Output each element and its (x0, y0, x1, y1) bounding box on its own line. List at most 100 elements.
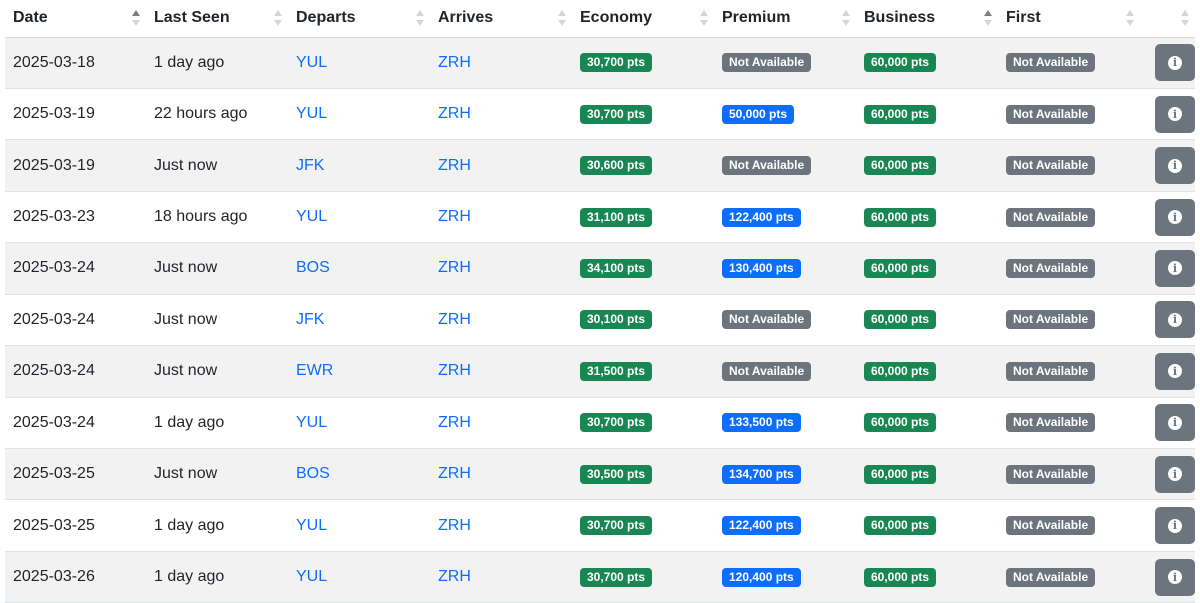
column-header-business[interactable]: Business (856, 0, 998, 38)
departs-airport-link[interactable]: YUL (296, 568, 327, 585)
actions-cell: i (1140, 448, 1195, 501)
sort-arrows-icon[interactable] (1126, 10, 1134, 26)
premium-cell: Not Available (714, 345, 856, 398)
details-button[interactable]: i (1155, 44, 1195, 82)
details-button[interactable]: i (1155, 558, 1195, 596)
last-seen-value-cell: 1 day ago (146, 499, 288, 552)
last-seen-value: 1 day ago (154, 516, 225, 534)
premium-price-badge: Not Available (722, 53, 812, 73)
economy-price-badge: 30,700 pts (580, 53, 653, 73)
economy-price-badge: 34,100 pts (580, 258, 653, 278)
sort-ascending-icon (416, 10, 424, 16)
premium-price-badge: 133,500 pts (722, 413, 801, 433)
sort-ascending-icon (984, 10, 992, 16)
business-cell: 60,000 pts (856, 88, 998, 141)
business-cell: 60,000 pts (856, 397, 998, 450)
sort-ascending-icon (274, 10, 282, 16)
economy-price-badge: 30,700 pts (580, 104, 653, 124)
departs-airport-link-cell: EWR (288, 345, 430, 398)
departs-airport-link[interactable]: JFK (296, 311, 324, 328)
arrives-airport-link[interactable]: ZRH (438, 105, 471, 122)
column-header-actions[interactable] (1140, 0, 1195, 38)
details-button[interactable]: i (1155, 507, 1195, 545)
sort-arrows-icon[interactable] (132, 10, 140, 26)
sort-arrows-icon[interactable] (274, 10, 282, 26)
first-price-badge: Not Available (1006, 310, 1096, 330)
departs-airport-link[interactable]: YUL (296, 208, 327, 225)
departs-airport-link[interactable]: EWR (296, 362, 333, 379)
arrives-airport-link[interactable]: ZRH (438, 157, 471, 174)
arrives-airport-link[interactable]: ZRH (438, 465, 471, 482)
business-price-badge: 60,000 pts (864, 413, 937, 433)
details-button[interactable]: i (1155, 95, 1195, 133)
column-header-last-seen[interactable]: Last Seen (146, 0, 288, 38)
column-header-economy[interactable]: Economy (572, 0, 714, 38)
sort-arrows-icon[interactable] (1181, 10, 1189, 26)
sort-arrows-icon[interactable] (558, 10, 566, 26)
column-header-departs[interactable]: Departs (288, 0, 430, 38)
economy-cell: 34,100 pts (572, 242, 714, 295)
arrives-airport-link[interactable]: ZRH (438, 517, 471, 534)
details-button[interactable]: i (1155, 301, 1195, 339)
departs-airport-link-cell: YUL (288, 191, 430, 244)
arrives-airport-link-cell: ZRH (430, 448, 572, 501)
actions-cell: i (1140, 242, 1195, 295)
departs-airport-link[interactable]: YUL (296, 54, 327, 71)
arrives-airport-link[interactable]: ZRH (438, 54, 471, 71)
last-seen-value-cell: Just now (146, 294, 288, 347)
details-button[interactable]: i (1155, 455, 1195, 493)
sort-arrows-icon[interactable] (842, 10, 850, 26)
arrives-airport-link[interactable]: ZRH (438, 259, 471, 276)
departs-airport-link-cell: YUL (288, 397, 430, 450)
details-button[interactable]: i (1155, 249, 1195, 287)
first-cell: Not Available (998, 397, 1140, 450)
sort-descending-icon (984, 20, 992, 26)
sort-arrows-icon[interactable] (984, 10, 992, 26)
table-row: 2025-03-18 1 day ago YUL ZRH 30,700 pts Not A… (5, 37, 1195, 89)
departs-airport-link-cell: YUL (288, 88, 430, 141)
arrives-airport-link-cell: ZRH (430, 397, 572, 450)
arrives-airport-link[interactable]: ZRH (438, 208, 471, 225)
details-button[interactable]: i (1155, 198, 1195, 236)
column-header-first[interactable]: First (998, 0, 1140, 38)
first-price-badge: Not Available (1006, 413, 1096, 433)
economy-cell: 30,700 pts (572, 88, 714, 141)
departs-airport-link[interactable]: YUL (296, 105, 327, 122)
last-seen-value: Just now (154, 259, 218, 277)
date-value-cell: 2025-03-24 (5, 242, 146, 295)
sort-arrows-icon[interactable] (700, 10, 708, 26)
departs-airport-link[interactable]: JFK (296, 157, 324, 174)
details-button[interactable]: i (1155, 352, 1195, 390)
arrives-airport-link[interactable]: ZRH (438, 568, 471, 585)
departs-airport-link[interactable]: YUL (296, 517, 327, 534)
details-button[interactable]: i (1155, 404, 1195, 442)
arrives-airport-link[interactable]: ZRH (438, 414, 471, 431)
departs-airport-link-cell: YUL (288, 499, 430, 552)
arrives-airport-link[interactable]: ZRH (438, 362, 471, 379)
departs-airport-link[interactable]: BOS (296, 259, 330, 276)
last-seen-value-cell: 22 hours ago (146, 88, 288, 141)
first-price-badge: Not Available (1006, 258, 1096, 278)
arrives-airport-link[interactable]: ZRH (438, 311, 471, 328)
economy-cell: 30,700 pts (572, 551, 714, 603)
table-row: 2025-03-24 Just now EWR ZRH 31,500 pts Not Av… (5, 345, 1195, 398)
column-header-arrives[interactable]: Arrives (430, 0, 572, 38)
details-button[interactable]: i (1155, 147, 1195, 185)
column-header-premium[interactable]: Premium (714, 0, 856, 38)
premium-cell: 130,400 pts (714, 242, 856, 295)
departs-airport-link[interactable]: BOS (296, 465, 330, 482)
actions-cell: i (1140, 294, 1195, 347)
premium-cell: 122,400 pts (714, 191, 856, 244)
actions-cell: i (1140, 345, 1195, 398)
first-price-badge: Not Available (1006, 104, 1096, 124)
arrives-airport-link-cell: ZRH (430, 242, 572, 295)
sort-ascending-icon (700, 10, 708, 16)
sort-descending-icon (1181, 20, 1189, 26)
sort-arrows-icon[interactable] (416, 10, 424, 26)
last-seen-value: 1 day ago (154, 568, 225, 586)
column-header-date[interactable]: Date (5, 0, 146, 38)
first-cell: Not Available (998, 88, 1140, 141)
last-seen-value: Just now (154, 156, 218, 174)
departs-airport-link[interactable]: YUL (296, 414, 327, 431)
premium-cell: 134,700 pts (714, 448, 856, 501)
